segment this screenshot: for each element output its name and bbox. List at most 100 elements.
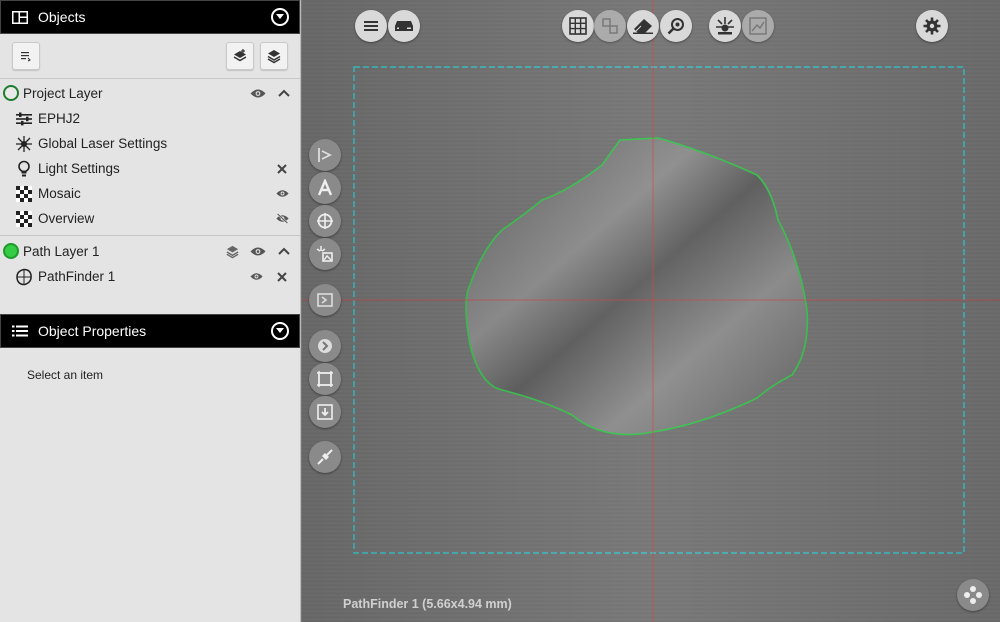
list-icon	[11, 324, 29, 338]
left-panel: Objects Project Layer EPHJ2 Global Laser…	[0, 0, 301, 622]
hamburger-icon	[364, 21, 378, 31]
checker-icon	[14, 210, 34, 228]
menu-button[interactable]	[355, 10, 387, 42]
list-item-pathfinder-1[interactable]: PathFinder 1	[0, 264, 300, 289]
list-item-global-laser-settings[interactable]: Global Laser Settings	[0, 131, 300, 156]
gamepad-button[interactable]	[957, 579, 989, 611]
project-layer-color-dot	[3, 85, 19, 101]
visibility-toggle[interactable]	[272, 209, 292, 229]
layers-add-icon	[233, 49, 247, 62]
path-arrow-icon	[318, 148, 333, 162]
laser-image-tool-button[interactable]	[309, 238, 341, 270]
objects-icon	[11, 10, 29, 24]
settings-button[interactable]	[916, 10, 948, 42]
layers-icon	[267, 50, 281, 64]
collapse-properties-button[interactable]	[271, 322, 289, 340]
visibility-toggle[interactable]	[246, 267, 266, 287]
import-tool-button[interactable]	[309, 284, 341, 316]
layers-icon	[226, 245, 238, 258]
align-button[interactable]	[594, 10, 626, 42]
zoom-button[interactable]	[660, 10, 692, 42]
chevron-up-icon	[278, 247, 290, 255]
list-item-overview[interactable]: Overview	[0, 206, 300, 231]
viewport-canvas[interactable]: PathFinder 1 (5.66x4.94 mm)	[302, 0, 1000, 622]
path-layer-color-dot	[3, 243, 19, 259]
gear-icon	[923, 17, 941, 35]
visibility-toggle[interactable]	[248, 83, 268, 103]
properties-panel-header: Object Properties	[0, 314, 300, 348]
list-item-mosaic[interactable]: Mosaic	[0, 181, 300, 206]
item-label: Light Settings	[38, 161, 120, 176]
selection-status-text: PathFinder 1 (5.66x4.94 mm)	[343, 597, 512, 611]
project-layer-label: Project Layer	[23, 85, 103, 101]
text-a-icon	[317, 179, 333, 196]
properties-panel-title: Object Properties	[38, 323, 147, 339]
visibility-toggle[interactable]	[248, 241, 268, 261]
eye-icon	[250, 247, 266, 255]
connect-tool-button[interactable]	[309, 441, 341, 473]
eye-icon	[249, 273, 263, 280]
sliders-icon	[14, 110, 34, 128]
frame-arrow-icon	[317, 293, 333, 307]
canvas-overlay	[302, 0, 1000, 622]
list-options-button[interactable]	[12, 42, 40, 70]
laser-button[interactable]	[709, 10, 741, 42]
lightbulb-icon	[14, 160, 34, 178]
add-layer-button[interactable]	[226, 42, 254, 70]
chevron-up-icon	[278, 89, 290, 97]
close-icon	[277, 163, 287, 174]
image-layer-icon	[749, 17, 767, 35]
eraser-button[interactable]	[627, 10, 659, 42]
plug-icon	[317, 449, 333, 465]
objects-panel-title: Objects	[38, 9, 86, 25]
list-item-ephj2[interactable]: EPHJ2	[0, 106, 300, 131]
layers-button[interactable]	[260, 42, 288, 70]
laser-icon	[716, 17, 734, 35]
grid-button[interactable]	[562, 10, 594, 42]
laser-icon	[14, 135, 34, 153]
path-layer-row[interactable]: Path Layer 1	[0, 238, 300, 264]
chevron-down-icon	[276, 328, 284, 333]
empty-properties-message: Select an item	[27, 368, 104, 382]
collapse-layer-button[interactable]	[274, 241, 294, 261]
list-add-icon	[21, 52, 31, 62]
align-boxes-icon	[602, 18, 618, 34]
collapse-objects-button[interactable]	[271, 8, 289, 26]
project-layer-row[interactable]: Project Layer	[0, 80, 300, 106]
checker-icon	[14, 185, 34, 203]
chevron-down-icon	[276, 14, 284, 19]
download-frame-icon	[317, 404, 333, 420]
eraser-icon	[633, 19, 653, 34]
laser-image-icon	[316, 246, 333, 262]
hard-drive-icon	[395, 21, 413, 31]
target-tool-button[interactable]	[309, 205, 341, 237]
item-label: EPHJ2	[38, 111, 81, 126]
path-layer-label: Path Layer 1	[23, 243, 100, 259]
pathfinder-icon	[14, 268, 34, 286]
image-layer-button[interactable]	[742, 10, 774, 42]
chevron-right-circle-icon	[318, 339, 332, 353]
objects-toolbar	[0, 34, 300, 79]
text-tool-button[interactable]	[309, 172, 341, 204]
remove-button[interactable]	[272, 159, 292, 179]
dpad-icon	[964, 586, 982, 604]
item-label: Global Laser Settings	[38, 136, 168, 151]
device-button[interactable]	[388, 10, 420, 42]
grid-icon	[569, 17, 587, 35]
list-item-light-settings[interactable]: Light Settings	[0, 156, 300, 181]
close-icon	[277, 271, 287, 282]
eye-icon	[275, 190, 289, 197]
item-label: Mosaic	[38, 186, 81, 201]
layer-stack-button[interactable]	[222, 241, 242, 261]
crop-tool-button[interactable]	[309, 363, 341, 395]
remove-button[interactable]	[272, 267, 292, 287]
export-tool-button[interactable]	[309, 396, 341, 428]
collapse-layer-button[interactable]	[274, 83, 294, 103]
visibility-toggle[interactable]	[272, 184, 292, 204]
path-tool-button[interactable]	[309, 139, 341, 171]
item-label: PathFinder 1	[38, 269, 116, 284]
eye-icon	[250, 89, 266, 97]
next-tool-button[interactable]	[309, 330, 341, 362]
crosshair-icon	[317, 213, 333, 229]
objects-panel-header: Objects	[0, 0, 300, 34]
